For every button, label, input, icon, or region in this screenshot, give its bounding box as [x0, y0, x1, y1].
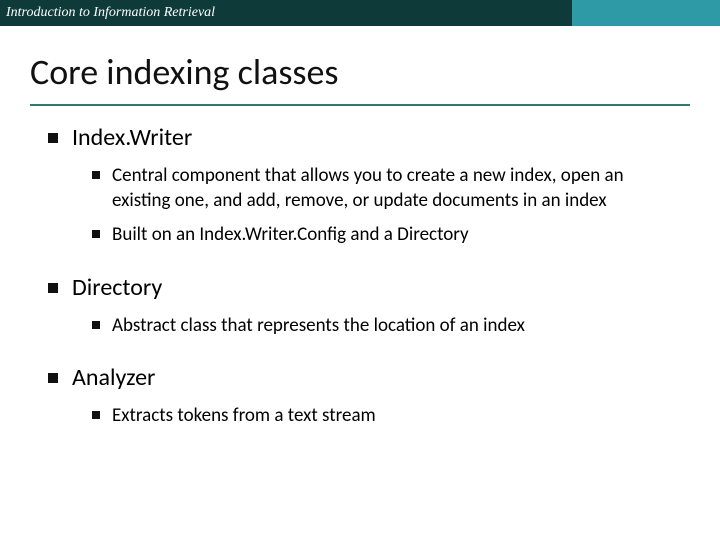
- bullet-label: Directory: [72, 274, 162, 303]
- header-left: Introduction to Information Retrieval: [0, 0, 572, 26]
- header-bar: Introduction to Information Retrieval: [0, 0, 720, 26]
- title-wrap: Core indexing classes: [0, 26, 720, 98]
- bullet-square-icon: [48, 373, 58, 383]
- title-rule: [30, 104, 690, 106]
- sub-bullet-text: Built on an Index.Writer.Config and a Di…: [112, 222, 469, 248]
- bullet-square-icon: [48, 133, 58, 143]
- list-item: Extracts tokens from a text stream: [92, 403, 690, 429]
- list-item: Index.Writer Central component that allo…: [48, 124, 690, 248]
- content: Index.Writer Central component that allo…: [0, 116, 720, 429]
- sub-list: Abstract class that represents the locat…: [48, 313, 690, 339]
- header-accent: [572, 0, 720, 26]
- list-item: Built on an Index.Writer.Config and a Di…: [92, 222, 690, 248]
- bullet-square-icon: [48, 283, 58, 293]
- sub-list: Central component that allows you to cre…: [48, 163, 690, 248]
- sub-bullet-text: Abstract class that represents the locat…: [112, 313, 525, 339]
- page-title: Core indexing classes: [30, 50, 690, 94]
- sub-bullet-text: Central component that allows you to cre…: [112, 163, 652, 214]
- bullet-square-icon: [92, 411, 100, 419]
- bullet-square-icon: [92, 321, 100, 329]
- bullet-label: Index.Writer: [72, 124, 192, 153]
- bullet-list: Index.Writer Central component that allo…: [30, 124, 690, 429]
- sub-bullet-text: Extracts tokens from a text stream: [112, 403, 376, 429]
- list-item: Directory Abstract class that represents…: [48, 274, 690, 338]
- list-item: Analyzer Extracts tokens from a text str…: [48, 364, 690, 428]
- sub-list: Extracts tokens from a text stream: [48, 403, 690, 429]
- bullet-square-icon: [92, 230, 100, 238]
- list-item: Central component that allows you to cre…: [92, 163, 690, 214]
- bullet-label: Analyzer: [72, 364, 155, 393]
- list-item: Abstract class that represents the locat…: [92, 313, 690, 339]
- bullet-square-icon: [92, 171, 100, 179]
- course-label: Introduction to Information Retrieval: [6, 5, 215, 21]
